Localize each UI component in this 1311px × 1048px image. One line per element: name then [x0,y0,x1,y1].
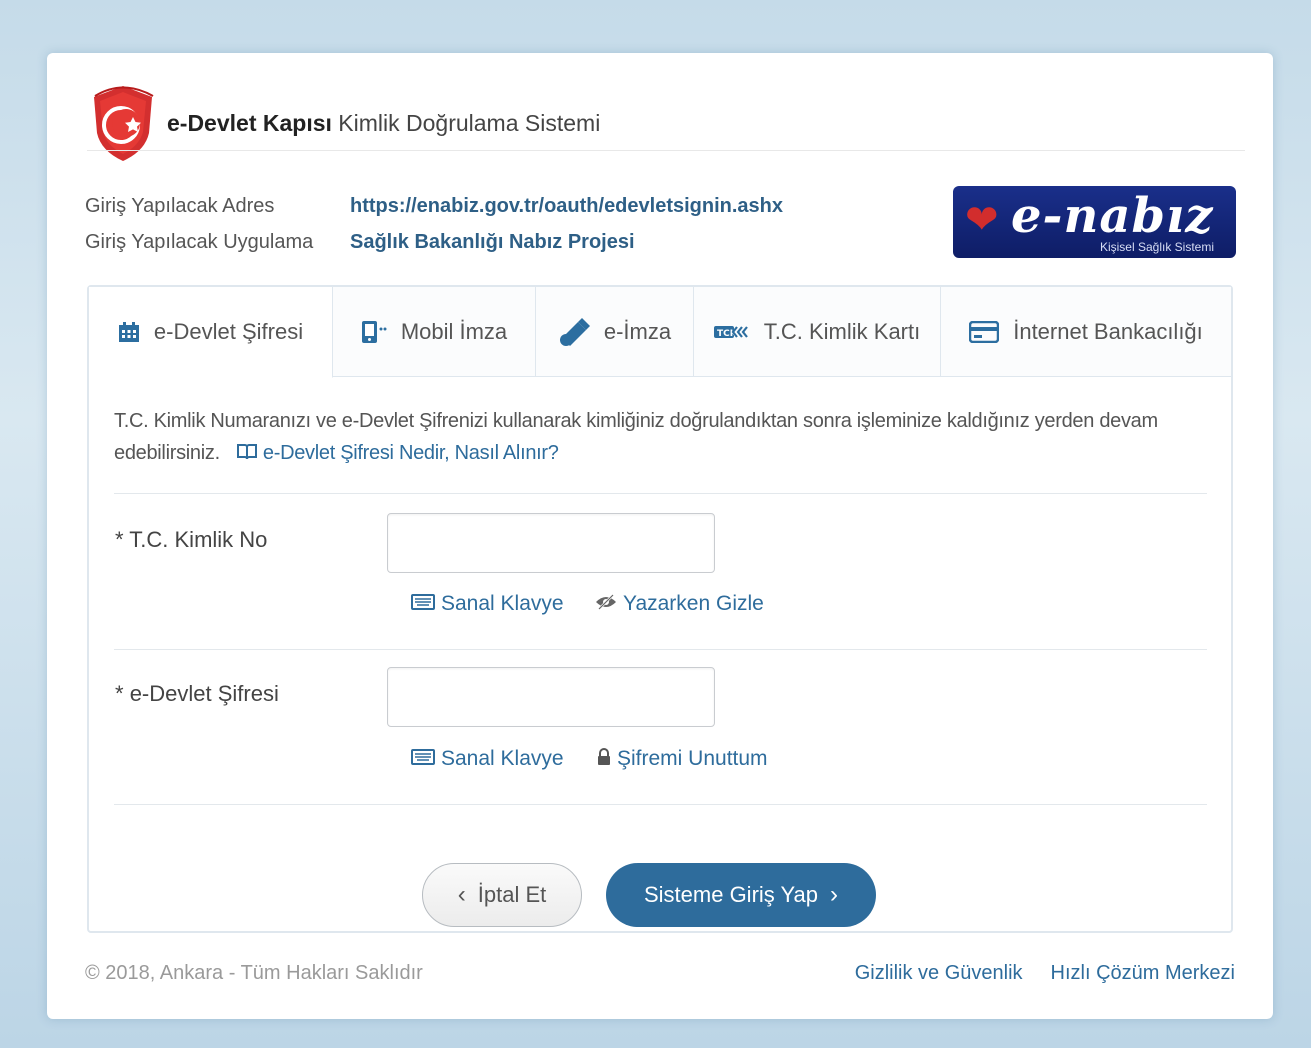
chevron-left-icon: ‹ [457,881,466,908]
usb-token-icon [558,318,590,346]
address-value: https://enabiz.gov.tr/oauth/edevletsigni… [350,195,784,217]
tc-number-label: * T.C. Kimlik No [115,527,267,553]
enabiz-logo-subtitle: Kişisel Sağlık Sistemi [1099,240,1214,254]
header-divider [87,150,1245,151]
tab-label: T.C. Kimlik Kartı [763,319,921,344]
tab-edevlet-password[interactable]: e-Devlet Şifresi [89,287,333,378]
login-panel: e-Devlet Şifresi Mobil İmza e-İmza TCK T… [87,285,1233,933]
tab-label: Mobil İmza [400,319,508,344]
copyright-text: © 2018, Ankara - Tüm Hakları Saklıdır [85,962,423,984]
login-submit-label: Sisteme Giriş Yap [643,882,819,907]
login-card: e-Devlet Kapısı Kimlik Doğrulama Sistemi… [47,53,1273,1019]
eye-slash-icon [595,593,617,615]
tab-label: İnternet Bankacılığı [1013,319,1203,344]
divider [114,649,1207,650]
tc-number-label-text: T.C. Kimlik No [129,527,268,552]
calendar-grid-icon [118,321,140,343]
required-mark: * [115,527,124,552]
divider [114,804,1207,805]
lock-icon [597,747,611,771]
mobile-signature-icon [361,320,387,344]
heart-icon: ❤ [965,198,999,242]
enabiz-logo: ❤ e-nabız Kişisel Sağlık Sistemi [953,186,1236,258]
virtual-keyboard-label: Sanal Klavye [441,592,564,615]
footer-links: Gizlilik ve Güvenlik Hızlı Çözüm Merkezi [855,962,1235,985]
password-label: * e-Devlet Şifresi [115,681,279,707]
login-method-tabs: e-Devlet Şifresi Mobil İmza e-İmza TCK T… [89,287,1231,378]
credit-card-icon [969,321,1000,343]
forgot-password-link[interactable]: Şifremi Unuttum [597,747,768,771]
privacy-link[interactable]: Gizlilik ve Güvenlik [855,962,1023,985]
intro-text: T.C. Kimlik Numaranızı ve e-Devlet Şifre… [114,405,1184,469]
password-input[interactable] [387,667,715,727]
tab-label: e-İmza [603,319,672,344]
login-target-info: Giriş Yapılacak Adres https://enabiz.gov… [85,188,783,260]
keyboard-icon [411,748,435,770]
tab-internet-banking[interactable]: İnternet Bankacılığı [941,287,1231,377]
tab-label: e-Devlet Şifresi [153,319,304,344]
hide-while-typing-label: Yazarken Gizle [623,592,764,615]
tc-number-input[interactable] [387,513,715,573]
cancel-button-label: İptal Et [477,882,547,907]
brand-title-rest: Kimlik Doğrulama Sistemi [338,109,601,136]
id-card-icon: TCK [713,325,750,339]
password-label-text: e-Devlet Şifresi [129,681,279,706]
virtual-keyboard-label: Sanal Klavye [441,747,564,770]
brand-title: e-Devlet Kapısı Kimlik Doğrulama Sistemi [167,110,600,137]
address-label: Giriş Yapılacak Adres [85,195,275,217]
tab-id-card[interactable]: TCK T.C. Kimlik Kartı [694,287,941,377]
virtual-keyboard-button[interactable]: Sanal Klavye [411,747,564,771]
brand-title-bold: e-Devlet Kapısı [167,109,332,136]
help-link-label: e-Devlet Şifresi Nedir, Nasıl Alınır? [262,442,559,464]
brand-header: e-Devlet Kapısı Kimlik Doğrulama Sistemi [89,83,600,163]
forgot-password-label: Şifremi Unuttum [617,747,768,770]
help-center-link[interactable]: Hızlı Çözüm Merkezi [1051,962,1235,985]
keyboard-icon [411,593,435,615]
application-value: Sağlık Bakanlığı Nabız Projesi [350,231,635,253]
required-mark: * [115,681,124,706]
cancel-button[interactable]: ‹ İptal Et [422,863,582,927]
divider [114,493,1207,494]
enabiz-logo-name: e-nabız [1011,188,1214,244]
hide-while-typing-toggle[interactable]: Yazarken Gizle [595,592,764,616]
tab-mobile-signature[interactable]: Mobil İmza [333,287,536,377]
book-icon [236,442,263,464]
edevlet-password-help-link[interactable]: e-Devlet Şifresi Nedir, Nasıl Alınır? [236,442,559,464]
virtual-keyboard-button[interactable]: Sanal Klavye [411,592,564,616]
login-submit-button[interactable]: Sisteme Giriş Yap › [606,863,876,927]
chevron-right-icon: › [830,881,839,908]
edevlet-shield-logo [94,86,154,161]
application-label: Giriş Yapılacak Uygulama [85,231,314,253]
tab-e-signature[interactable]: e-İmza [536,287,694,377]
